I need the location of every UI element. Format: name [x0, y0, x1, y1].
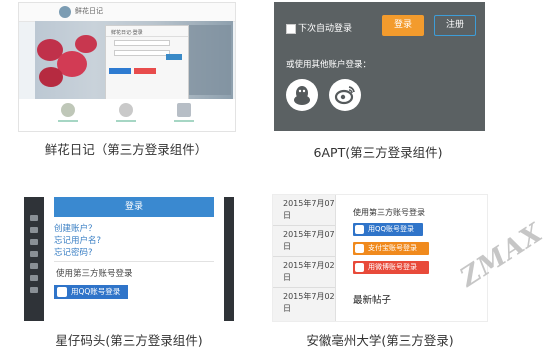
password-field[interactable] [114, 50, 170, 56]
date-text: 日 [283, 304, 291, 313]
background-shade [187, 25, 231, 95]
newest-posts-heading: 最新帖子 [353, 295, 392, 306]
site-logo [59, 6, 71, 18]
login-button[interactable]: 登录 [382, 15, 424, 36]
alipay-login-button[interactable]: 支付宝账号登录 [353, 242, 429, 255]
register-button[interactable]: 注册 [434, 15, 476, 36]
other-accounts-label: 或使用其他账户登录： [286, 60, 372, 70]
date-text: 2015年7月02 [283, 292, 335, 301]
card-xianhua-riji: 鲜花日记 鲜花日记·登录 登录 [18, 2, 236, 132]
feature-label [58, 120, 78, 122]
list-item[interactable]: 2015年7月02 日 [273, 257, 335, 288]
feature-icon [61, 103, 75, 117]
alipay-icon [355, 244, 364, 253]
qq-login-button[interactable]: 用QQ账号登录 [353, 223, 423, 236]
feature-label [174, 120, 194, 122]
weibo-icon[interactable] [329, 79, 361, 111]
date-text: 日 [283, 211, 291, 220]
toolbar-icon[interactable] [30, 239, 38, 245]
forgot-password-link[interactable]: 忘记密码? [54, 246, 93, 258]
qq-login-label: 用QQ账号登录 [71, 287, 121, 296]
weibo-login-button[interactable]: 用微博账号登录 [353, 261, 429, 274]
third-party-title: 使用第三方账号登录 [353, 208, 425, 217]
date-text: 日 [283, 242, 291, 251]
right-toolbar [224, 197, 234, 321]
qq-login-button[interactable] [109, 68, 131, 74]
list-item[interactable]: 2015年7月07 日 [273, 226, 335, 257]
site-brand: 鲜花日记 [75, 7, 103, 15]
left-toolbar [24, 197, 44, 321]
auto-login-checkbox[interactable] [286, 24, 296, 34]
caption-card-4: 安徽亳州大学(第三方登录) [306, 333, 454, 348]
list-item[interactable]: 2015年7月02 日 [273, 288, 335, 318]
date-text: 日 [283, 273, 291, 282]
toolbar-icon[interactable] [30, 251, 38, 257]
toolbar-icon[interactable] [30, 215, 38, 221]
forgot-username-link[interactable]: 忘记用户名? [54, 234, 101, 246]
dialog-title: 鲜花日记·登录 [111, 30, 143, 36]
create-account-link[interactable]: 创建账户？ [54, 222, 97, 234]
auto-login-label: 下次自动登录 [298, 24, 353, 34]
toolbar-icon[interactable] [30, 275, 38, 281]
site-header [19, 3, 235, 22]
divider [335, 195, 336, 321]
qq-icon [355, 225, 364, 234]
chart-icon [177, 103, 191, 117]
qq-icon [57, 287, 67, 297]
weibo-icon [355, 263, 364, 272]
qq-login-button[interactable]: 用QQ账号登录 [54, 285, 128, 299]
feature-icon [119, 103, 133, 117]
date-text: 2015年7月02 [283, 261, 335, 270]
alipay-login-label: 支付宝账号登录 [368, 244, 417, 252]
date-list: 2015年7月07 日 2015年7月07 日 2015年7月02 日 2015… [273, 195, 335, 321]
username-field[interactable] [114, 40, 170, 46]
caption-card-3: 星仔码头(第三方登录组件) [55, 333, 203, 348]
rose-shape [39, 67, 63, 87]
list-item[interactable]: 2015年7月07 日 [273, 195, 335, 226]
caption-card-2: 6APT(第三方登录组件) [313, 145, 443, 160]
toolbar-icon[interactable] [30, 227, 38, 233]
weibo-login-button[interactable] [134, 68, 156, 74]
date-text: 2015年7月07 [283, 199, 335, 208]
divider [106, 36, 188, 37]
card-6apt: 下次自动登录 登录 注册 或使用其他账户登录： [274, 2, 485, 131]
feature-label [116, 120, 136, 122]
caption-card-1: 鲜花日记（第三方登录组件） [44, 142, 208, 157]
qq-penguin-icon[interactable] [286, 79, 318, 111]
toolbar-icon[interactable] [30, 287, 38, 293]
weibo-login-label: 用微博账号登录 [368, 263, 417, 271]
login-header: 登录 [54, 197, 214, 217]
card-xingzai-matou: 登录 创建账户？ 忘记用户名? 忘记密码? 使用第三方账号登录 用QQ账号登录 [24, 197, 234, 321]
card-anhui-bozhou: 2015年7月07 日 2015年7月07 日 2015年7月02 日 2015… [272, 194, 488, 322]
dialog-submit-button[interactable] [166, 54, 182, 60]
divider [54, 261, 214, 262]
rose-shape [75, 35, 97, 53]
third-party-label: 使用第三方账号登录 [56, 269, 133, 279]
qq-login-label: 用QQ账号登录 [368, 225, 415, 233]
date-text: 2015年7月07 [283, 230, 335, 239]
toolbar-icon[interactable] [30, 263, 38, 269]
